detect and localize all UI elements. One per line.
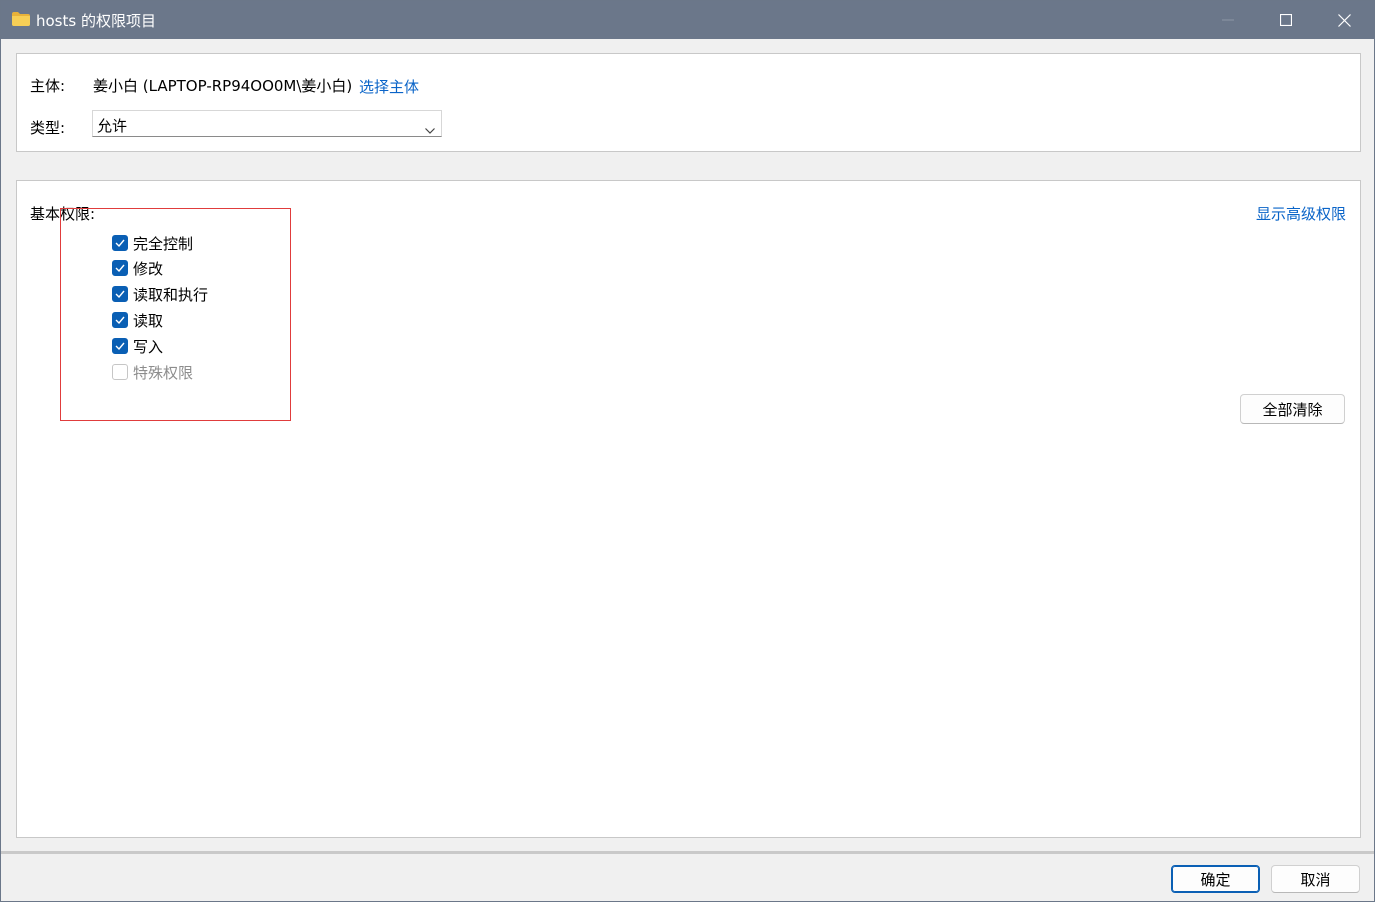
permission-full-control[interactable]: 完全控制 bbox=[112, 233, 193, 253]
type-dropdown-value: 允许 bbox=[97, 117, 128, 135]
permission-read-execute[interactable]: 读取和执行 bbox=[112, 284, 208, 304]
principal-value: 姜小白 (LAPTOP-RP94OO0M\姜小白) bbox=[93, 77, 353, 95]
ok-button[interactable]: 确定 bbox=[1171, 865, 1260, 893]
maximize-button[interactable] bbox=[1257, 1, 1315, 39]
checkbox-checked-icon[interactable] bbox=[112, 286, 128, 302]
cancel-button[interactable]: 取消 bbox=[1271, 865, 1360, 893]
principal-label: 主体: bbox=[30, 77, 66, 95]
permission-read[interactable]: 读取 bbox=[112, 310, 163, 330]
close-button[interactable] bbox=[1315, 1, 1373, 39]
permission-label: 写入 bbox=[133, 337, 164, 356]
permission-label: 修改 bbox=[133, 259, 164, 278]
maximize-icon bbox=[1280, 14, 1292, 26]
minimize-button[interactable] bbox=[1199, 1, 1257, 39]
close-icon bbox=[1337, 13, 1351, 27]
select-principal-link[interactable]: 选择主体 bbox=[359, 76, 419, 97]
type-label: 类型: bbox=[30, 119, 66, 137]
permission-modify[interactable]: 修改 bbox=[112, 258, 163, 278]
show-advanced-permissions-link[interactable]: 显示高级权限 bbox=[1256, 203, 1346, 224]
permissions-group: 基本权限: 显示高级权限 完全控制 修改 读取和执行 读取 写入 特殊权限 全部… bbox=[16, 180, 1361, 838]
permission-special: 特殊权限 bbox=[112, 362, 193, 382]
permission-label: 读取 bbox=[133, 311, 164, 330]
checkbox-checked-icon[interactable] bbox=[112, 260, 128, 276]
type-dropdown[interactable]: 允许 bbox=[92, 110, 442, 137]
permission-label: 完全控制 bbox=[133, 234, 194, 253]
permission-label: 读取和执行 bbox=[133, 285, 209, 304]
principal-type-group: 主体: 姜小白 (LAPTOP-RP94OO0M\姜小白) 选择主体 类型: 允… bbox=[16, 53, 1361, 152]
chevron-down-icon bbox=[425, 120, 435, 138]
checkbox-checked-icon[interactable] bbox=[112, 235, 128, 251]
window-title: hosts 的权限项目 bbox=[36, 12, 156, 30]
basic-permissions-label: 基本权限: bbox=[30, 205, 96, 223]
checkbox-checked-icon[interactable] bbox=[112, 312, 128, 328]
title-bar[interactable]: hosts 的权限项目 bbox=[1, 1, 1374, 39]
folder-icon bbox=[12, 12, 30, 26]
minimize-icon bbox=[1222, 14, 1234, 26]
clear-all-button[interactable]: 全部清除 bbox=[1240, 394, 1345, 424]
permission-entry-dialog: hosts 的权限项目 主体: 姜小白 (LAPTOP-RP94OO0M\姜小白… bbox=[0, 0, 1375, 902]
checkbox-unchecked-icon bbox=[112, 364, 128, 380]
permission-write[interactable]: 写入 bbox=[112, 336, 163, 356]
footer-separator bbox=[1, 851, 1374, 854]
checkbox-checked-icon[interactable] bbox=[112, 338, 128, 354]
permission-label: 特殊权限 bbox=[133, 363, 194, 382]
